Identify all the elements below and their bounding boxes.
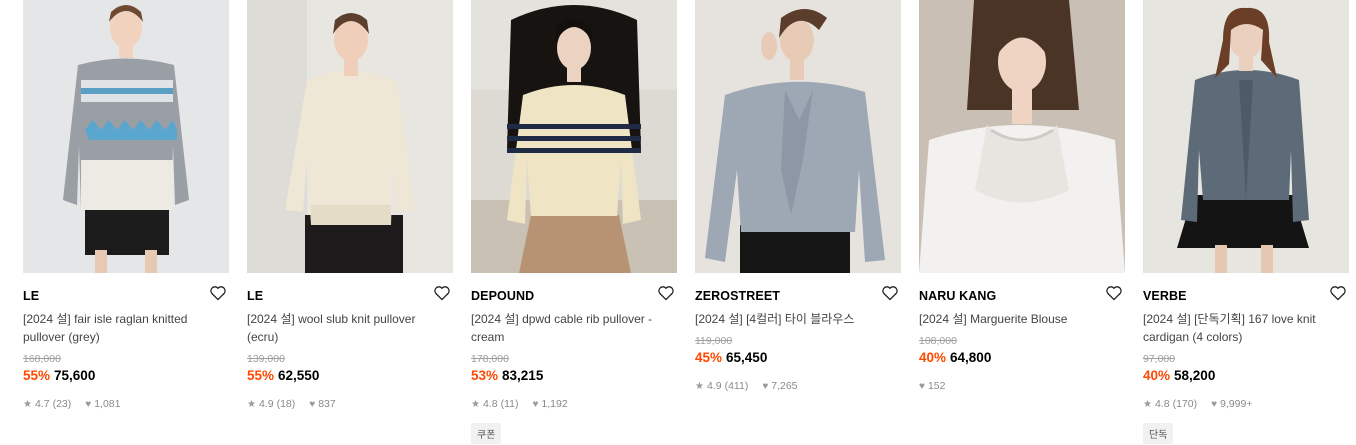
price-block: 168,000 55% 75,600 (23, 352, 95, 385)
product-image[interactable] (471, 0, 677, 273)
rating: 4.9 (258, 398, 274, 410)
price: 64,800 (950, 350, 992, 365)
price: 65,450 (726, 350, 768, 365)
product-image[interactable] (919, 0, 1125, 273)
product-card[interactable]: NARU KANG [2024 설] Marguerite Blouse 108… (919, 0, 1125, 392)
sale-price: 55% 62,550 (247, 367, 319, 385)
product-stats: ♥ 152 (919, 380, 945, 392)
heart-filled-icon: ♥ (532, 398, 539, 410)
product-stats: ★ 4.8 (11) ♥ 1,192 (471, 398, 568, 410)
product-card[interactable]: DEPOUND [2024 설] dpwd cable rib pullover… (471, 0, 677, 444)
price-block: 97,000 40% 58,200 (1143, 352, 1215, 385)
star-icon: ★ (471, 398, 480, 410)
heart-filled-icon: ♥ (309, 398, 316, 410)
product-title[interactable]: [2024 설] dpwd cable rib pullover - cream (471, 310, 671, 346)
product-grid: LE [2024 설] fair isle raglan knitted pul… (0, 0, 1356, 445)
like-count: 837 (318, 398, 336, 410)
product-card[interactable]: LE [2024 설] fair isle raglan knitted pul… (23, 0, 229, 410)
product-stats: ★ 4.8 (170) ♥ 9,999+ (1143, 398, 1252, 410)
exclusive-badge: 단독 (1143, 423, 1174, 444)
discount-rate: 55% (23, 368, 51, 383)
rating: 4.8 (482, 398, 498, 410)
heart-outline-icon[interactable] (881, 285, 901, 303)
review-count: (411) (724, 380, 749, 392)
sale-price: 40% 58,200 (1143, 367, 1215, 385)
star-icon: ★ (247, 398, 256, 410)
heart-filled-icon: ♥ (1211, 398, 1218, 410)
price-block: 139,000 55% 62,550 (247, 352, 319, 385)
heart-outline-icon[interactable] (1329, 285, 1349, 303)
price: 62,550 (278, 368, 320, 383)
discount-rate: 40% (919, 350, 947, 365)
review-count: (18) (276, 398, 296, 410)
product-image[interactable] (23, 0, 229, 273)
like-count: 9,999+ (1220, 398, 1253, 410)
star-icon: ★ (1143, 398, 1152, 410)
price-block: 178,000 53% 83,215 (471, 352, 543, 385)
price-block: 119,000 45% 65,450 (695, 334, 767, 367)
like-count: 7,265 (771, 380, 798, 392)
original-price: 139,000 (247, 353, 285, 365)
discount-rate: 53% (471, 368, 499, 383)
heart-outline-icon[interactable] (209, 285, 229, 303)
original-price: 168,000 (23, 353, 61, 365)
like-count: 1,081 (94, 398, 121, 410)
sale-price: 40% 64,800 (919, 349, 991, 367)
sale-price: 53% 83,215 (471, 367, 543, 385)
product-card[interactable]: LE [2024 설] wool slub knit pullover (ecr… (247, 0, 453, 410)
original-price: 97,000 (1143, 353, 1176, 365)
product-title[interactable]: [2024 설] [단독기획] 167 love knit cardigan (… (1143, 310, 1343, 346)
rating: 4.9 (706, 380, 722, 392)
brand-name[interactable]: NARU KANG (919, 289, 996, 303)
review-count: (23) (52, 398, 72, 410)
heart-filled-icon: ♥ (85, 398, 92, 410)
heart-outline-icon[interactable] (657, 285, 677, 303)
original-price: 108,000 (919, 335, 957, 347)
sale-price: 45% 65,450 (695, 349, 767, 367)
review-count: (170) (1172, 398, 1198, 410)
heart-outline-icon[interactable] (1105, 285, 1125, 303)
product-image[interactable] (1143, 0, 1349, 273)
brand-name[interactable]: LE (247, 289, 263, 303)
product-stats: ★ 4.9 (18) ♥ 837 (247, 398, 336, 410)
product-title[interactable]: [2024 설] Marguerite Blouse (919, 310, 1119, 328)
star-icon: ★ (23, 398, 32, 410)
price: 58,200 (1174, 368, 1216, 383)
product-card[interactable]: ZEROSTREET [2024 설] [4컬러] 타이 블라우스 119,00… (695, 0, 901, 392)
rating: 4.7 (34, 398, 50, 410)
rating: 4.8 (1154, 398, 1170, 410)
product-title[interactable]: [2024 설] [4컬러] 타이 블라우스 (695, 310, 895, 328)
star-icon: ★ (695, 380, 704, 392)
brand-name[interactable]: LE (23, 289, 39, 303)
like-count: 152 (927, 380, 946, 392)
sale-price: 55% 75,600 (23, 367, 95, 385)
discount-rate: 40% (1143, 368, 1171, 383)
product-title[interactable]: [2024 설] wool slub knit pullover (ecru) (247, 310, 447, 346)
discount-rate: 55% (247, 368, 275, 383)
like-count: 1,192 (541, 398, 568, 410)
product-title[interactable]: [2024 설] fair isle raglan knitted pullov… (23, 310, 223, 346)
brand-name[interactable]: DEPOUND (471, 289, 534, 303)
product-stats: ★ 4.9 (411) ♥ 7,265 (695, 380, 798, 392)
price: 83,215 (502, 368, 544, 383)
price: 75,600 (54, 368, 96, 383)
original-price: 119,000 (695, 335, 733, 347)
product-stats: ★ 4.7 (23) ♥ 1,081 (23, 398, 120, 410)
review-count: (11) (500, 398, 519, 410)
product-image[interactable] (695, 0, 901, 273)
heart-outline-icon[interactable] (433, 285, 453, 303)
discount-rate: 45% (695, 350, 723, 365)
coupon-badge: 쿠폰 (471, 423, 502, 444)
original-price: 178,000 (471, 353, 509, 365)
heart-filled-icon: ♥ (919, 380, 925, 392)
brand-name[interactable]: VERBE (1143, 289, 1187, 303)
product-card[interactable]: VERBE [2024 설] [단독기획] 167 love knit card… (1143, 0, 1349, 444)
price-block: 108,000 40% 64,800 (919, 334, 991, 367)
heart-filled-icon: ♥ (762, 380, 769, 392)
product-image[interactable] (247, 0, 453, 273)
brand-name[interactable]: ZEROSTREET (695, 289, 780, 303)
